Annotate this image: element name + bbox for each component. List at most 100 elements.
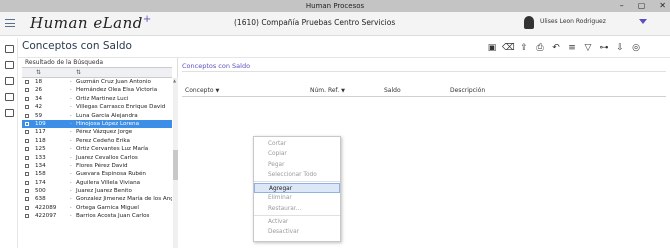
item-code: 118 bbox=[35, 137, 46, 144]
expand-toggle-icon[interactable] bbox=[25, 105, 29, 110]
expand-toggle-icon[interactable] bbox=[25, 130, 29, 135]
list-item[interactable]: 422097 · Barrios Acosta Juan Carlos bbox=[22, 212, 172, 220]
sort-desc-icon[interactable]: ⇅ bbox=[76, 69, 81, 76]
tree-icon[interactable] bbox=[5, 93, 14, 101]
item-code: 638 bbox=[35, 196, 46, 203]
export-icon[interactable]: ⇪ bbox=[518, 42, 530, 54]
expand-toggle-icon[interactable] bbox=[25, 214, 29, 219]
download-icon[interactable]: ⇩ bbox=[614, 42, 626, 54]
maximize-icon[interactable]: ▢ bbox=[638, 0, 646, 12]
item-name: Juarez Juarez Benito bbox=[76, 188, 132, 195]
scrollbar[interactable]: ▲ bbox=[173, 78, 178, 248]
item-code: 26 bbox=[35, 87, 43, 94]
list-item[interactable]: 500 · Juarez Juarez Benito bbox=[22, 187, 172, 195]
expand-toggle-icon[interactable] bbox=[25, 113, 29, 118]
print-icon[interactable]: ⎙ bbox=[534, 42, 546, 54]
report-icon[interactable] bbox=[5, 109, 14, 117]
expand-toggle-icon[interactable] bbox=[25, 189, 29, 194]
col-num-ref[interactable]: Núm. Ref. ▼ bbox=[310, 87, 345, 94]
list-item[interactable]: 174 · Aguilera Villela Viviana bbox=[22, 179, 172, 187]
item-code: 117 bbox=[35, 129, 46, 136]
col-saldo[interactable]: Saldo bbox=[384, 87, 401, 94]
list-item[interactable]: 26 · Hernández Olea Elsa Victoria bbox=[22, 86, 172, 94]
save-icon[interactable]: ▣ bbox=[486, 42, 498, 54]
item-code: 42 bbox=[35, 104, 43, 111]
scroll-up-icon[interactable]: ▲ bbox=[173, 78, 176, 83]
bullet-icon: · bbox=[70, 79, 72, 85]
item-code: 59 bbox=[35, 112, 43, 119]
results-title: Resultado de la Búsqueda bbox=[25, 59, 104, 66]
list-item[interactable]: 422089 · Ortega Garnica Miguel bbox=[22, 204, 172, 212]
menu-icon[interactable] bbox=[5, 19, 15, 27]
item-name: Pérez Vázquez Jorge bbox=[76, 129, 133, 136]
expand-toggle-icon[interactable] bbox=[25, 147, 29, 152]
list-item[interactable]: 158 · Guevara Espinosa Rubén bbox=[22, 170, 172, 178]
menu-item-eliminar[interactable]: Eliminar bbox=[254, 193, 340, 203]
list-item[interactable]: 109 · Hinojosa López Lorena bbox=[22, 119, 172, 129]
list-item[interactable]: 42 · Villegas Carrasco Enrique David bbox=[22, 103, 172, 111]
menu-item-agregar[interactable]: Agregar bbox=[254, 183, 340, 194]
bullet-icon: · bbox=[70, 146, 72, 153]
close-icon[interactable]: ✕ bbox=[659, 0, 666, 12]
menu-item-copiar[interactable]: Copiar bbox=[254, 149, 340, 159]
results-list: 18 · Guzmán Cruz Juan Antonio 26 · Hernández … bbox=[22, 78, 172, 221]
chevron-down-icon[interactable] bbox=[639, 19, 647, 24]
expand-toggle-icon[interactable] bbox=[25, 205, 29, 210]
menu-separator bbox=[254, 215, 340, 217]
expand-toggle-icon[interactable] bbox=[25, 172, 29, 177]
menu-item-cortar[interactable]: Cortar bbox=[254, 139, 340, 149]
list-item[interactable]: 59 · Luna Garcia Alejandra bbox=[22, 112, 172, 120]
list-item[interactable]: 18 · Guzmán Cruz Juan Antonio bbox=[22, 78, 172, 86]
expand-toggle-icon[interactable] bbox=[25, 88, 29, 93]
item-name: Guevara Espinosa Rubén bbox=[76, 171, 146, 178]
expand-toggle-icon[interactable] bbox=[25, 197, 29, 202]
expand-toggle-icon[interactable] bbox=[25, 80, 29, 84]
folder-icon[interactable] bbox=[5, 61, 14, 69]
search-user-icon[interactable]: ◎ bbox=[630, 42, 642, 54]
list-item[interactable]: 134 · Flores Pérez David bbox=[22, 162, 172, 170]
bullet-icon: · bbox=[70, 120, 72, 127]
item-name: Hernández Olea Elsa Victoria bbox=[76, 87, 158, 94]
bullet-icon: · bbox=[70, 137, 72, 144]
home-icon[interactable] bbox=[5, 45, 14, 53]
col-concepto[interactable]: Concepto ▼ bbox=[185, 87, 219, 94]
undo-icon[interactable]: ↶ bbox=[550, 42, 562, 54]
expand-toggle-icon[interactable] bbox=[25, 121, 29, 126]
window-titlebar: Human Procesos – ▢ ✕ bbox=[0, 0, 670, 12]
list-item[interactable]: 638 · Gonzalez Jimenez María de los Ange bbox=[22, 195, 172, 203]
expand-toggle-icon[interactable] bbox=[25, 155, 29, 160]
col-descripcion[interactable]: Descripción bbox=[450, 87, 485, 94]
list-item[interactable]: 125 · Ortiz Cervantes Luz María bbox=[22, 145, 172, 153]
avatar-icon bbox=[524, 16, 534, 29]
scroll-thumb[interactable] bbox=[173, 150, 178, 180]
menu-item-pegar[interactable]: Pegar bbox=[254, 160, 340, 170]
item-code: 125 bbox=[35, 146, 46, 153]
menu-item-activar[interactable]: Activar bbox=[254, 217, 340, 227]
app-header: Human eLand+ (1610) Compañía Pruebas Cen… bbox=[0, 12, 670, 36]
item-code: 422089 bbox=[35, 204, 57, 211]
user-menu[interactable]: Ulises Leon Rodriguez bbox=[520, 15, 648, 31]
sort-down-icon: ▼ bbox=[215, 88, 220, 94]
filter-icon[interactable]: ▽ bbox=[582, 42, 594, 54]
minimize-icon[interactable]: – bbox=[620, 0, 624, 12]
expand-toggle-icon[interactable] bbox=[25, 163, 29, 168]
user-name: Ulises Leon Rodriguez bbox=[540, 18, 606, 25]
list-item[interactable]: 118 · Perez Cedeño Erika bbox=[22, 137, 172, 145]
bullet-icon: · bbox=[70, 154, 72, 161]
expand-toggle-icon[interactable] bbox=[25, 96, 29, 101]
hierarchy-icon[interactable]: ⊶ bbox=[598, 42, 610, 54]
expand-toggle-icon[interactable] bbox=[25, 138, 29, 143]
menu-item-seleccionar-todo[interactable]: Seleccionar Todo bbox=[254, 170, 340, 180]
window-title: Human Procesos bbox=[305, 2, 365, 10]
menu-item-desactivar[interactable]: Desactivar bbox=[254, 227, 340, 237]
expand-toggle-icon[interactable] bbox=[25, 180, 29, 185]
sort-icon[interactable]: ≡ bbox=[566, 42, 578, 54]
menu-item-restaurar[interactable]: Restaurar... bbox=[254, 204, 340, 214]
sort-code-icon[interactable]: ⇅ bbox=[36, 69, 41, 76]
grid-icon[interactable] bbox=[5, 77, 14, 85]
item-code: 174 bbox=[35, 179, 46, 186]
list-item[interactable]: 133 · Juarez Cevallos Carlos bbox=[22, 154, 172, 162]
list-item[interactable]: 34 · Ortiz Martinez Luci bbox=[22, 95, 172, 103]
list-item[interactable]: 117 · Pérez Vázquez Jorge bbox=[22, 128, 172, 136]
clear-icon[interactable]: ⌫ bbox=[502, 42, 515, 54]
